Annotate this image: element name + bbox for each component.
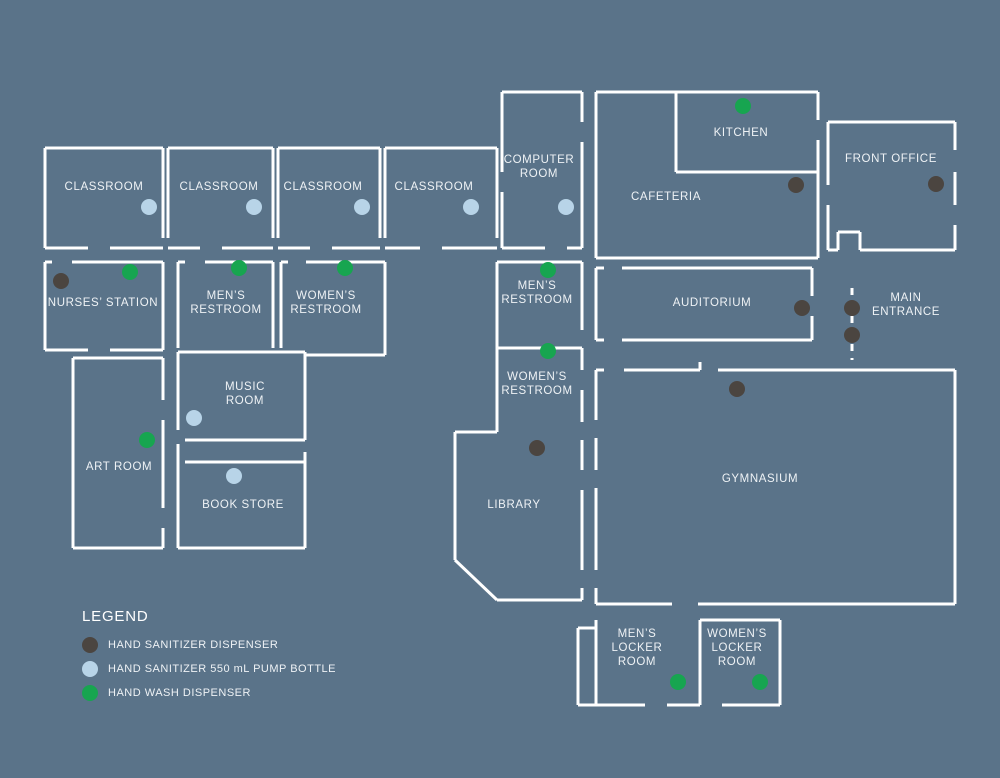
- legend-item-label: HAND WASH DISPENSER: [108, 687, 251, 699]
- room-label-line: RESTROOM: [290, 304, 361, 316]
- room-label-line: WOMEN’S: [507, 371, 567, 383]
- room-label-classroom-1: CLASSROOM: [65, 181, 144, 193]
- legend-item-1[interactable]: HAND SANITIZER 550 mL PUMP BOTTLE: [82, 661, 336, 677]
- room-label-line: RESTROOM: [501, 385, 572, 397]
- room-label-cafeteria: CAFETERIA: [631, 191, 701, 203]
- room-label-line: RESTROOM: [501, 294, 572, 306]
- marker-mens-restroom-west[interactable]: MEN'S RESTROOM — HAND WASH DISPENSER: [231, 260, 247, 276]
- room-label-line: MAIN: [890, 292, 921, 304]
- legend-light-blue-dot: [82, 661, 98, 677]
- marker-classroom-1[interactable]: CLASSROOM — HAND SANITIZER 550 mL PUMP B…: [141, 199, 157, 215]
- marker-womens-restroom-east[interactable]: WOMEN'S RESTROOM — HAND WASH DISPENSER: [540, 343, 556, 359]
- room-label-nurses-station: NURSES’ STATION: [48, 297, 158, 309]
- marker-main-entrance-lower[interactable]: MAIN ENTRANCE — HAND SANITIZER DISPENSER: [844, 327, 860, 343]
- marker-womens-locker-room[interactable]: WOMEN'S LOCKER ROOM — HAND WASH DISPENSE…: [752, 674, 768, 690]
- room-label-book-store: BOOK STORE: [202, 499, 284, 511]
- marker-kitchen[interactable]: KITCHEN — HAND WASH DISPENSER: [735, 98, 751, 114]
- room-label-line: CLASSROOM: [65, 181, 144, 193]
- room-label-line: LOCKER: [712, 642, 763, 654]
- room-label-line: ART ROOM: [86, 461, 152, 473]
- marker-art-room[interactable]: ART ROOM — HAND WASH DISPENSER: [139, 432, 155, 448]
- marker-book-store[interactable]: BOOK STORE — HAND SANITIZER 550 mL PUMP …: [226, 468, 242, 484]
- legend-dark-dot: [82, 637, 98, 653]
- legend-item-0[interactable]: HAND SANITIZER DISPENSER: [82, 637, 278, 653]
- marker-front-office[interactable]: FRONT OFFICE — HAND SANITIZER DISPENSER: [928, 176, 944, 192]
- room-label-classroom-2: CLASSROOM: [180, 181, 259, 193]
- room-label-line: AUDITORIUM: [673, 297, 752, 309]
- marker-mens-locker-room[interactable]: MEN'S LOCKER ROOM — HAND WASH DISPENSER: [670, 674, 686, 690]
- legend-item-label: HAND SANITIZER 550 mL PUMP BOTTLE: [108, 663, 336, 675]
- room-label-line: MEN’S: [618, 628, 657, 640]
- marker-main-entrance-upper[interactable]: MAIN ENTRANCE — HAND SANITIZER DISPENSER: [844, 300, 860, 316]
- marker-mens-restroom-east[interactable]: MEN'S RESTROOM — HAND WASH DISPENSER: [540, 262, 556, 278]
- room-label-line: MEN’S: [518, 280, 557, 292]
- plan-background: [0, 0, 1000, 778]
- legend-title: LEGEND: [82, 608, 149, 625]
- room-label-classroom-4: CLASSROOM: [395, 181, 474, 193]
- room-label-kitchen: KITCHEN: [714, 127, 769, 139]
- marker-computer-room[interactable]: COMPUTER ROOM — HAND SANITIZER 550 mL PU…: [558, 199, 574, 215]
- legend-green-dot: [82, 685, 98, 701]
- marker-womens-restroom-west[interactable]: WOMEN'S RESTROOM — HAND WASH DISPENSER: [337, 260, 353, 276]
- marker-gymnasium[interactable]: GYMNASIUM — HAND SANITIZER DISPENSER: [729, 381, 745, 397]
- legend-item-2[interactable]: HAND WASH DISPENSER: [82, 685, 251, 701]
- room-label-art-room: ART ROOM: [86, 461, 152, 473]
- marker-nurses-station-wash[interactable]: NURSES' STATION — HAND WASH DISPENSER: [122, 264, 138, 280]
- room-label-gymnasium: GYMNASIUM: [722, 473, 798, 485]
- room-label-line: LOCKER: [612, 642, 663, 654]
- floor-plan-root: CLASSROOM CLASSROOM CLASSROOM CLASSROOM COMP…: [0, 0, 1000, 778]
- room-label-library: LIBRARY: [487, 499, 540, 511]
- marker-library[interactable]: LIBRARY — HAND SANITIZER DISPENSER: [529, 440, 545, 456]
- room-label-auditorium: AUDITORIUM: [673, 297, 752, 309]
- room-label-line: LIBRARY: [487, 499, 540, 511]
- room-label-line: CLASSROOM: [284, 181, 363, 193]
- room-label-line: MUSIC: [225, 381, 265, 393]
- room-label-line: FRONT OFFICE: [845, 153, 937, 165]
- marker-classroom-2[interactable]: CLASSROOM — HAND SANITIZER 550 mL PUMP B…: [246, 199, 262, 215]
- room-label-line: ROOM: [618, 656, 656, 668]
- room-label-mens-locker-room: MEN’S LOCKER ROOM: [612, 628, 663, 668]
- room-label-line: RESTROOM: [190, 304, 261, 316]
- room-label-line: CLASSROOM: [395, 181, 474, 193]
- marker-classroom-4[interactable]: CLASSROOM — HAND SANITIZER 550 mL PUMP B…: [463, 199, 479, 215]
- room-label-line: BOOK STORE: [202, 499, 284, 511]
- legend-item-label: HAND SANITIZER DISPENSER: [108, 639, 278, 651]
- room-label-line: ROOM: [520, 168, 558, 180]
- floor-plan-svg: CLASSROOM CLASSROOM CLASSROOM CLASSROOM COMP…: [0, 0, 1000, 778]
- marker-cafeteria[interactable]: CAFETERIA — HAND SANITIZER DISPENSER: [788, 177, 804, 193]
- marker-classroom-3[interactable]: CLASSROOM — HAND SANITIZER 550 mL PUMP B…: [354, 199, 370, 215]
- room-label-line: CLASSROOM: [180, 181, 259, 193]
- room-label-line: COMPUTER: [504, 154, 575, 166]
- room-label-line: CAFETERIA: [631, 191, 701, 203]
- room-label-line: GYMNASIUM: [722, 473, 798, 485]
- room-label-line: NURSES’ STATION: [48, 297, 158, 309]
- room-label-line: ROOM: [718, 656, 756, 668]
- marker-auditorium[interactable]: AUDITORIUM — HAND SANITIZER DISPENSER: [794, 300, 810, 316]
- room-label-line: KITCHEN: [714, 127, 769, 139]
- marker-music-room[interactable]: MUSIC ROOM — HAND SANITIZER 550 mL PUMP …: [186, 410, 202, 426]
- marker-nurses-station-sanitizer[interactable]: NURSES' STATION — HAND SANITIZER DISPENS…: [53, 273, 69, 289]
- room-label-line: WOMEN’S: [296, 290, 356, 302]
- room-label-classroom-3: CLASSROOM: [284, 181, 363, 193]
- room-label-line: ENTRANCE: [872, 306, 940, 318]
- room-label-front-office: FRONT OFFICE: [845, 153, 937, 165]
- room-label-line: ROOM: [226, 395, 264, 407]
- room-label-line: WOMEN’S: [707, 628, 767, 640]
- room-label-line: MEN’S: [207, 290, 246, 302]
